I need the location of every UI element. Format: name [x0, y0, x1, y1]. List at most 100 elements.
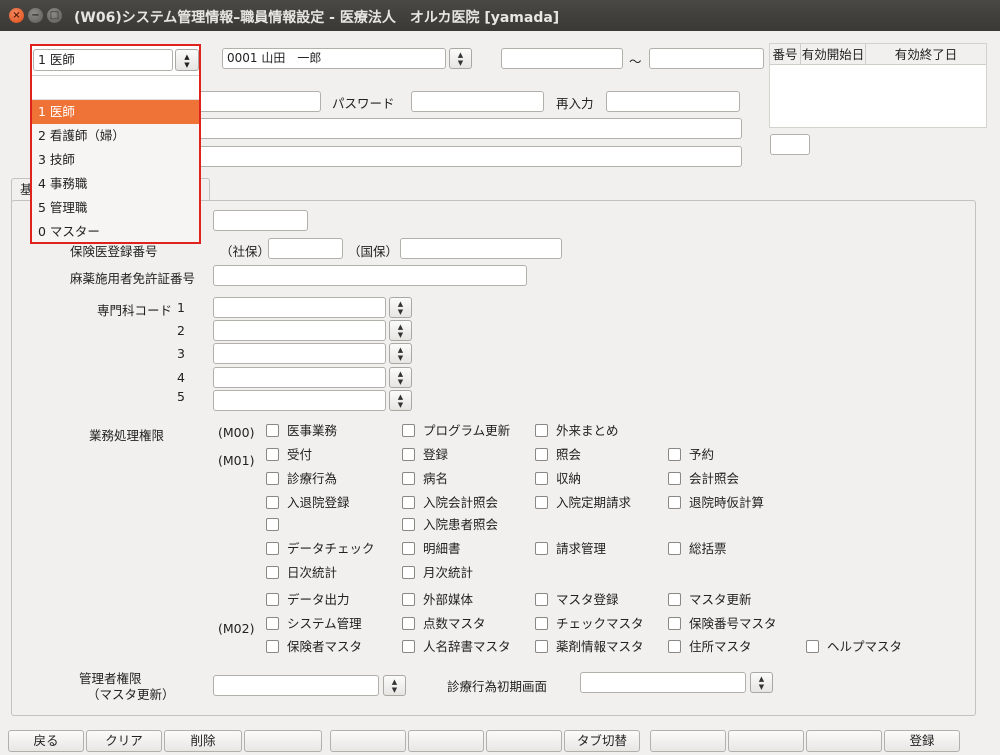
permission-checkbox[interactable]: プログラム更新 [402, 424, 510, 440]
permission-checkbox[interactable]: ヘルプマスタ [806, 640, 902, 656]
specialty-code-2[interactable] [213, 320, 386, 341]
permission-checkbox[interactable]: 日次統計 [266, 566, 337, 582]
permission-checkbox[interactable]: 外部媒体 [402, 593, 473, 609]
permission-checkbox[interactable]: 総括票 [668, 542, 727, 558]
function-button-7[interactable] [486, 730, 562, 752]
permission-checkbox[interactable]: 保険番号マスタ [668, 617, 777, 633]
function-button-9[interactable] [650, 730, 726, 752]
range-separator: ～ [629, 54, 642, 69]
maximize-window-icon[interactable]: □ [47, 8, 62, 23]
col-end-date[interactable]: 有効終了日 [866, 44, 986, 65]
permission-checkbox[interactable]: 人名辞書マスタ [402, 640, 511, 656]
permission-checkbox[interactable]: データチェック [266, 542, 375, 558]
permission-checkbox[interactable]: データ出力 [266, 593, 350, 609]
permission-checkbox[interactable]: チェックマスタ [535, 617, 644, 633]
validity-table[interactable]: 番号 有効開始日 有効終了日 [769, 43, 987, 128]
specialty-row-label: 5 [177, 389, 185, 404]
permission-checkbox[interactable]: 明細書 [402, 542, 461, 558]
specialty-spin-icon[interactable]: ▲ ▼ [389, 390, 412, 411]
function-button-11[interactable] [806, 730, 882, 752]
window-title: (W06)システム管理情報–職員情報設定 - 医療法人 オルカ医院 [yamad… [74, 10, 560, 26]
permissions-label: 業務処理権限 [89, 428, 165, 443]
specialty-row-label: 3 [177, 346, 185, 361]
specialty-code-5[interactable] [213, 390, 386, 411]
option-technician[interactable]: 3 技師 [32, 148, 199, 172]
specialty-spin-icon[interactable]: ▲ ▼ [389, 343, 412, 364]
confirm-password-field[interactable] [606, 91, 740, 112]
initial-screen-spin-icon[interactable]: ▲ ▼ [750, 672, 773, 693]
permission-checkbox[interactable]: 請求管理 [535, 542, 606, 558]
admin-permission-select[interactable] [213, 675, 379, 696]
initial-screen-select[interactable] [580, 672, 746, 693]
permission-checkbox[interactable]: 保険者マスタ [266, 640, 362, 656]
permission-checkbox[interactable]: マスタ更新 [668, 593, 752, 609]
specialty-code-1[interactable] [213, 297, 386, 318]
specialty-code-label: 専門科コード [97, 303, 173, 318]
permission-checkbox[interactable]: 予約 [668, 448, 714, 464]
user-id-field[interactable] [198, 91, 321, 112]
specialty-code-3[interactable] [213, 343, 386, 364]
staff-name-field[interactable] [198, 118, 742, 139]
permission-checkbox[interactable]: 収納 [535, 472, 581, 488]
clear-button[interactable]: クリア [86, 730, 162, 752]
job-type-select[interactable]: 1 医師 [33, 49, 173, 71]
permission-checkbox[interactable]: 医事業務 [266, 424, 337, 440]
permission-checkbox[interactable]: 入退院登録 [266, 496, 350, 512]
permission-checkbox[interactable]: マスタ登録 [535, 593, 619, 609]
back-button[interactable]: 戻る [8, 730, 84, 752]
function-button-10[interactable] [728, 730, 804, 752]
register-button[interactable]: 登録 [884, 730, 960, 752]
permission-checkbox[interactable]: 入院患者照会 [402, 518, 498, 534]
specialty-spin-icon[interactable]: ▲ ▼ [389, 320, 412, 341]
option-master[interactable]: 0 マスター [32, 220, 199, 244]
permission-checkbox[interactable]: システム管理 [266, 617, 362, 633]
permission-checkbox[interactable]: 月次統計 [402, 566, 473, 582]
permission-checkbox[interactable]: 入院定期請求 [535, 496, 631, 512]
permission-checkbox[interactable]: 入院会計照会 [402, 496, 498, 512]
admin-spin-icon[interactable]: ▲ ▼ [383, 675, 406, 696]
kokuho-number-field[interactable] [400, 238, 562, 259]
small-code-field[interactable] [770, 134, 810, 155]
shaho-number-field[interactable] [268, 238, 343, 259]
permission-checkbox[interactable]: 薬剤情報マスタ [535, 640, 644, 656]
job-type-dropdown[interactable]: 1 医師 ▲ ▼ 1 医師 2 看護師（婦） 3 技師 4 事務職 5 管理職 0… [30, 44, 201, 244]
range-from-field[interactable] [501, 48, 623, 69]
function-button-6[interactable] [408, 730, 484, 752]
option-manager[interactable]: 5 管理職 [32, 196, 199, 220]
specialty-spin-icon[interactable]: ▲ ▼ [389, 367, 412, 388]
permission-checkbox[interactable]: 点数マスタ [402, 617, 486, 633]
narcotic-license-field[interactable] [213, 265, 527, 286]
option-nurse[interactable]: 2 看護師（婦） [32, 124, 199, 148]
permission-checkbox[interactable]: 照会 [535, 448, 581, 464]
password-field[interactable] [411, 91, 544, 112]
close-window-icon[interactable]: × [9, 8, 24, 23]
permission-checkbox[interactable]: 会計照会 [668, 472, 739, 488]
specialty-spin-icon[interactable]: ▲ ▼ [389, 297, 412, 318]
top-code-field[interactable] [213, 210, 308, 231]
function-button-4[interactable] [244, 730, 322, 752]
option-doctor[interactable]: 1 医師 [32, 100, 199, 124]
delete-button[interactable]: 削除 [164, 730, 242, 752]
password-label: パスワード [332, 96, 395, 111]
staff-spin-icon[interactable]: ▲ ▼ [449, 48, 472, 69]
specialty-code-4[interactable] [213, 367, 386, 388]
function-button-5[interactable] [330, 730, 406, 752]
permission-checkbox[interactable] [266, 518, 287, 534]
confirm-label: 再入力 [556, 96, 594, 111]
permission-checkbox[interactable]: 病名 [402, 472, 448, 488]
staff-kana-field[interactable] [198, 146, 742, 167]
job-type-spin-icon[interactable]: ▲ ▼ [175, 49, 199, 71]
permission-checkbox[interactable]: 外来まとめ [535, 424, 619, 440]
permission-checkbox[interactable]: 診療行為 [266, 472, 337, 488]
range-to-field[interactable] [649, 48, 764, 69]
permission-checkbox[interactable]: 登録 [402, 448, 448, 464]
permission-checkbox[interactable]: 退院時仮計算 [668, 496, 764, 512]
staff-select[interactable]: 0001 山田 一郎 [222, 48, 446, 69]
permission-checkbox[interactable]: 住所マスタ [668, 640, 752, 656]
minimize-window-icon[interactable]: − [28, 8, 43, 23]
option-clerk[interactable]: 4 事務職 [32, 172, 199, 196]
tab-switch-button[interactable]: タブ切替 [564, 730, 640, 752]
permission-checkbox[interactable]: 受付 [266, 448, 312, 464]
col-start-date[interactable]: 有効開始日 [801, 44, 866, 65]
col-number[interactable]: 番号 [770, 44, 801, 65]
